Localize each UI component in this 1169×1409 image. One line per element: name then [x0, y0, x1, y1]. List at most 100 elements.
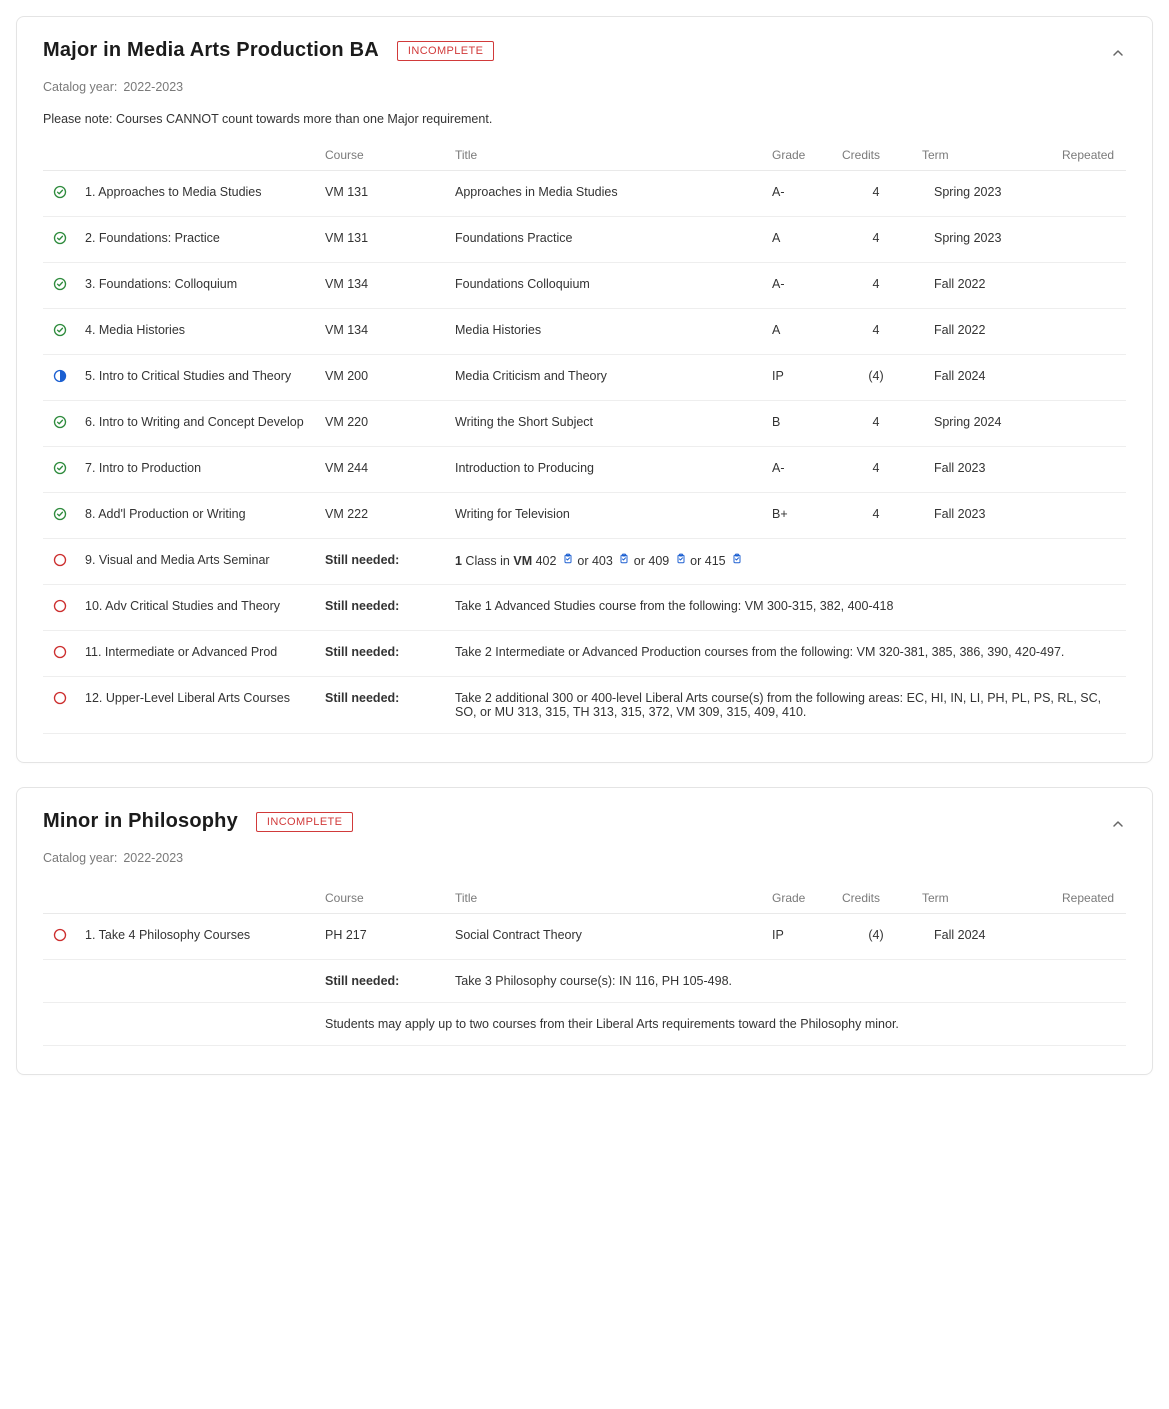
- column-header: Repeated: [1056, 883, 1126, 914]
- column-header: Title: [449, 883, 766, 914]
- status-complete-icon: [53, 188, 67, 202]
- status-complete-icon: [53, 280, 67, 294]
- still-needed-label: Still needed:: [319, 631, 449, 677]
- table-row: 6. Intro to Writing and Concept DevelopV…: [43, 401, 1126, 447]
- status-complete-icon: [53, 326, 67, 340]
- table-row: Still needed:Take 3 Philosophy course(s)…: [43, 960, 1126, 1003]
- cell-grade: B+: [766, 493, 836, 539]
- section-note: Please note: Courses CANNOT count toward…: [43, 112, 1126, 126]
- cell-repeated: [1056, 309, 1126, 355]
- requirement-name: 7. Intro to Production: [79, 447, 319, 493]
- column-header: Credits: [836, 883, 916, 914]
- cell-grade: B: [766, 401, 836, 447]
- cell-term: Fall 2023: [916, 447, 1056, 493]
- cell-credits: (4): [836, 355, 916, 401]
- table-row: 11. Intermediate or Advanced ProdStill n…: [43, 631, 1126, 677]
- column-header: Course: [319, 140, 449, 171]
- column-header: Term: [916, 883, 1056, 914]
- still-needed-label: Still needed:: [319, 539, 449, 585]
- status-needed-icon: [53, 648, 67, 662]
- cell-course: VM 134: [319, 263, 449, 309]
- cell-credits: (4): [836, 914, 916, 960]
- table-row: 10. Adv Critical Studies and TheoryStill…: [43, 585, 1126, 631]
- cell-title: Foundations Practice: [449, 217, 766, 263]
- table-row: 1. Approaches to Media StudiesVM 131Appr…: [43, 171, 1126, 217]
- requirement-name: 3. Foundations: Colloquium: [79, 263, 319, 309]
- cell-credits: 4: [836, 447, 916, 493]
- status-needed-icon: [53, 694, 67, 708]
- requirement-name: 8. Add'l Production or Writing: [79, 493, 319, 539]
- column-header: Repeated: [1056, 140, 1126, 171]
- requirement-name: 2. Foundations: Practice: [79, 217, 319, 263]
- cell-credits: 4: [836, 263, 916, 309]
- cell-repeated: [1056, 355, 1126, 401]
- requirement-name: 4. Media Histories: [79, 309, 319, 355]
- requirements-table: CourseTitleGradeCreditsTermRepeated1. Ap…: [43, 140, 1126, 734]
- clipboard-icon[interactable]: [731, 553, 743, 565]
- clipboard-icon[interactable]: [618, 553, 630, 565]
- cell-repeated: [1056, 447, 1126, 493]
- catalog-label: Catalog year:: [43, 851, 117, 865]
- cell-repeated: [1056, 263, 1126, 309]
- chevron-up-icon[interactable]: [1110, 816, 1126, 835]
- column-header: Grade: [766, 883, 836, 914]
- table-row: 1. Take 4 Philosophy CoursesPH 217Social…: [43, 914, 1126, 960]
- status-needed-icon: [53, 556, 67, 570]
- audit-section: Major in Media Arts Production BAINCOMPL…: [16, 16, 1153, 763]
- clipboard-icon[interactable]: [562, 553, 574, 565]
- cell-title: Media Criticism and Theory: [449, 355, 766, 401]
- clipboard-icon[interactable]: [675, 553, 687, 565]
- cell-title: Writing for Television: [449, 493, 766, 539]
- cell-term: Spring 2023: [916, 171, 1056, 217]
- requirement-name: 10. Adv Critical Studies and Theory: [79, 585, 319, 631]
- cell-repeated: [1056, 401, 1126, 447]
- catalog-value: 2022-2023: [123, 80, 183, 94]
- catalog-value: 2022-2023: [123, 851, 183, 865]
- cell-title: Writing the Short Subject: [449, 401, 766, 447]
- cell-grade: IP: [766, 355, 836, 401]
- status-complete-icon: [53, 464, 67, 478]
- requirement-name: 11. Intermediate or Advanced Prod: [79, 631, 319, 677]
- status-complete-icon: [53, 234, 67, 248]
- table-row: 7. Intro to ProductionVM 244Introduction…: [43, 447, 1126, 493]
- cell-credits: 4: [836, 401, 916, 447]
- cell-repeated: [1056, 493, 1126, 539]
- cell-credits: 4: [836, 309, 916, 355]
- cell-course: VM 200: [319, 355, 449, 401]
- cell-grade: A: [766, 217, 836, 263]
- cell-term: Fall 2022: [916, 309, 1056, 355]
- cell-title: Media Histories: [449, 309, 766, 355]
- table-row: 12. Upper-Level Liberal Arts CoursesStil…: [43, 677, 1126, 734]
- table-row: Students may apply up to two courses fro…: [43, 1003, 1126, 1046]
- section-title: Minor in Philosophy: [43, 810, 238, 833]
- still-needed-label: Still needed:: [319, 677, 449, 734]
- requirement-name: 12. Upper-Level Liberal Arts Courses: [79, 677, 319, 734]
- section-title: Major in Media Arts Production BA: [43, 39, 379, 62]
- status-inprogress-icon: [53, 372, 67, 386]
- cell-course: PH 217: [319, 914, 449, 960]
- table-row: 3. Foundations: ColloquiumVM 134Foundati…: [43, 263, 1126, 309]
- chevron-up-icon[interactable]: [1110, 45, 1126, 64]
- cell-credits: 4: [836, 493, 916, 539]
- needed-text: 1 Class in VM 402 or 403 or 409 or 415: [449, 539, 1126, 585]
- still-needed-label: Still needed:: [319, 960, 449, 1003]
- column-header: Term: [916, 140, 1056, 171]
- still-needed-label: Still needed:: [319, 585, 449, 631]
- cell-term: Spring 2024: [916, 401, 1056, 447]
- needed-text: Take 2 Intermediate or Advanced Producti…: [449, 631, 1126, 677]
- table-row: 4. Media HistoriesVM 134Media HistoriesA…: [43, 309, 1126, 355]
- needed-text: Take 1 Advanced Studies course from the …: [449, 585, 1126, 631]
- cell-grade: A: [766, 309, 836, 355]
- cell-title: Approaches in Media Studies: [449, 171, 766, 217]
- cell-title: Social Contract Theory: [449, 914, 766, 960]
- requirement-name: 9. Visual and Media Arts Seminar: [79, 539, 319, 585]
- cell-term: Fall 2024: [916, 914, 1056, 960]
- cell-course: VM 222: [319, 493, 449, 539]
- table-row: 2. Foundations: PracticeVM 131Foundation…: [43, 217, 1126, 263]
- cell-term: Fall 2023: [916, 493, 1056, 539]
- cell-repeated: [1056, 914, 1126, 960]
- cell-credits: 4: [836, 217, 916, 263]
- cell-term: Fall 2022: [916, 263, 1056, 309]
- cell-term: Fall 2024: [916, 355, 1056, 401]
- cell-title: Foundations Colloquium: [449, 263, 766, 309]
